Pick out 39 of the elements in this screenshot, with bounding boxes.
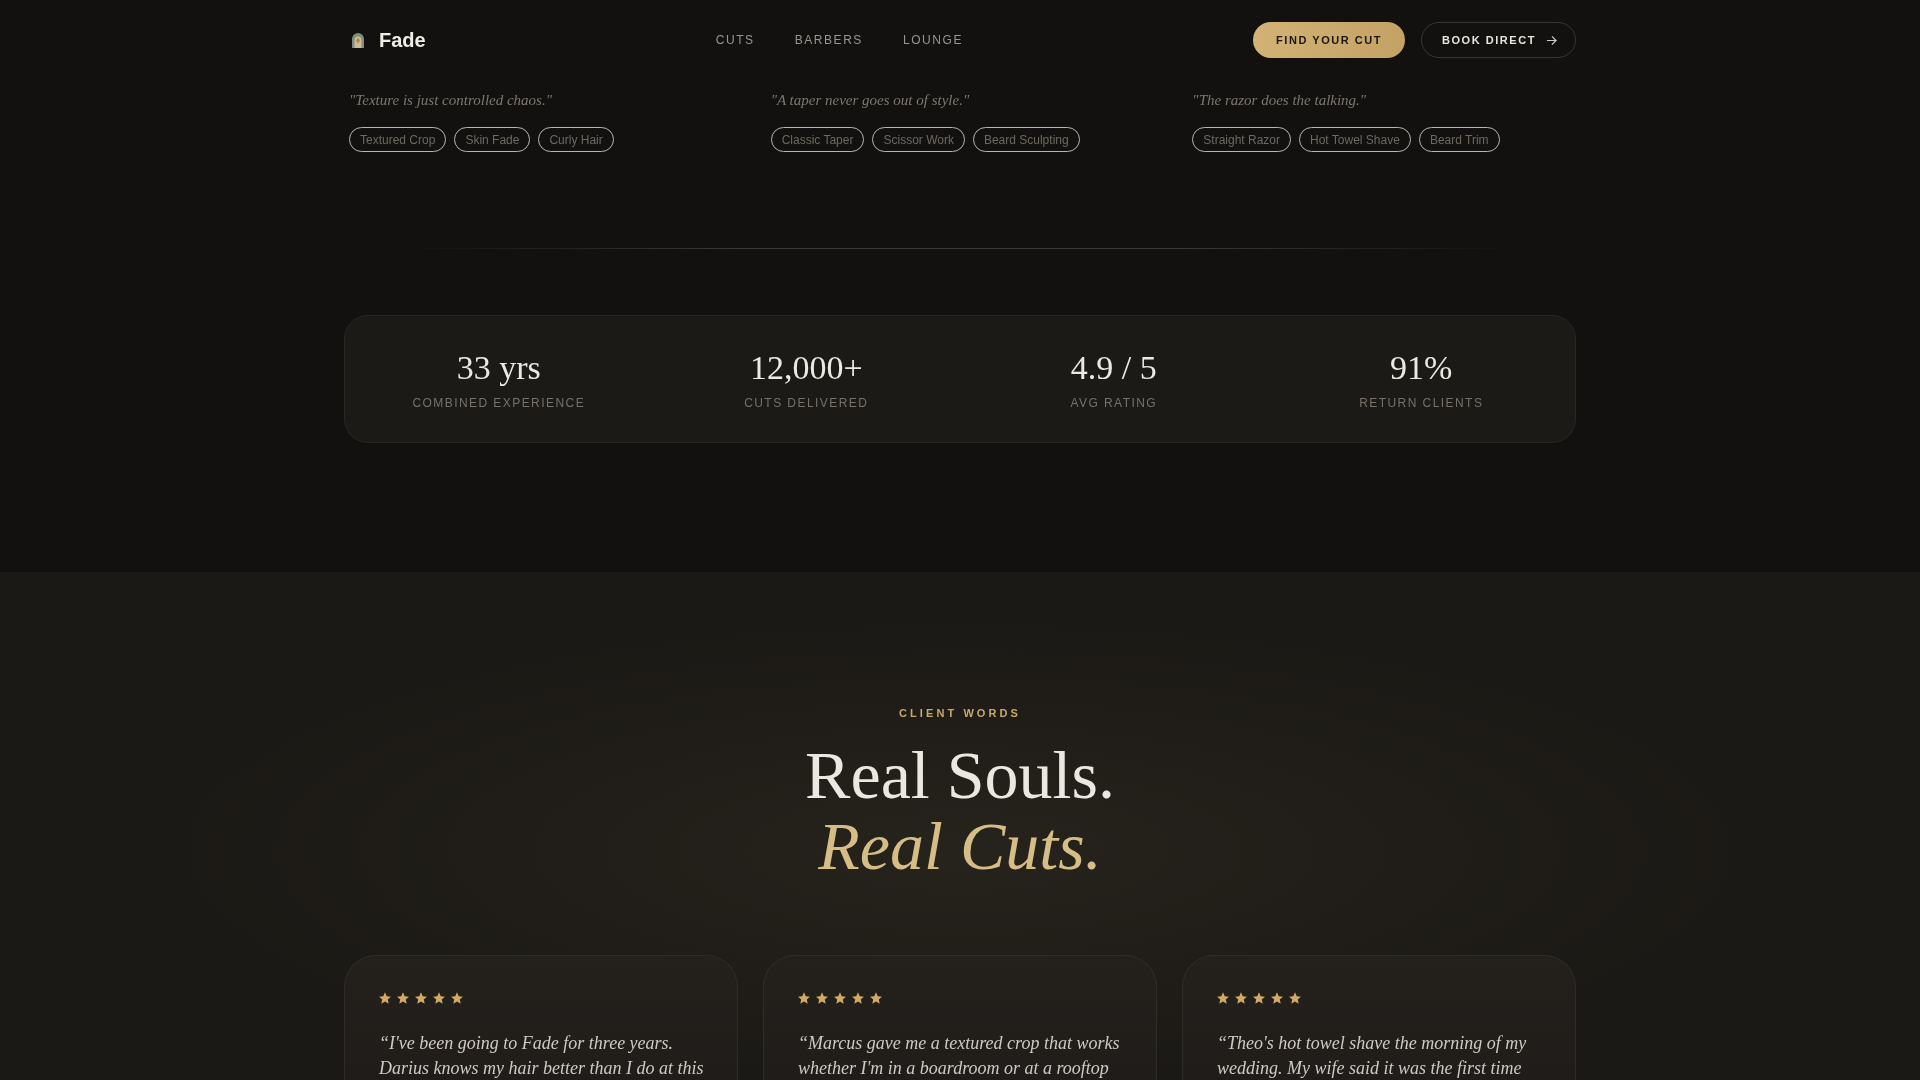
- star-icon: [379, 992, 391, 1004]
- star-icon: [1289, 992, 1301, 1004]
- section-heading-accent: Real Cuts.: [818, 811, 1102, 882]
- logo-icon: [351, 32, 365, 48]
- primary-button[interactable]: FIND YOUR CUT: [1253, 22, 1406, 58]
- arrow-right-icon: [1546, 34, 1557, 46]
- star-icon: [870, 992, 882, 1004]
- testimonial-quote: “I've been going to Fade for three years. Darius knows my hair better than I do at this: [379, 1032, 705, 1080]
- stat-label: CUTS DELIVERED: [744, 394, 869, 411]
- stat-value: 4.9 / 5: [1070, 347, 1157, 387]
- star-icon: [834, 992, 846, 1004]
- stat-value: 33 yrs: [456, 347, 541, 387]
- barber-quote: "Texture is just controlled chaos.": [349, 91, 553, 110]
- testimonial-quote: “Marcus gave me a textured crop that works whether I'm in a boardroom or at a rooftop: [798, 1032, 1121, 1080]
- star-icon: [1217, 992, 1229, 1004]
- stat-value: 91%: [1390, 347, 1453, 387]
- star-icon: [433, 992, 445, 1004]
- testimonial-quote: “Theo's hot towel shave the morning of my wedding. My wife said it was the first time: [1217, 1032, 1528, 1080]
- star-icon: [816, 992, 828, 1004]
- stat-label: AVG RATING: [1070, 394, 1158, 411]
- stat-value: 12,000+: [749, 347, 863, 387]
- barber-quote: "A taper never goes out of style.": [770, 91, 971, 110]
- barber-quote: "The razor does the talking.": [1192, 91, 1368, 110]
- star-icon: [798, 992, 810, 1004]
- star-icon: [852, 992, 864, 1004]
- star-icon: [397, 992, 409, 1004]
- star-icon: [1271, 992, 1283, 1004]
- nav-link[interactable]: CUTS: [715, 33, 755, 47]
- star-icon: [1253, 992, 1265, 1004]
- star-icon: [451, 992, 463, 1004]
- section-heading: Real Souls.: [805, 740, 1115, 811]
- brand-name[interactable]: Fade: [379, 28, 426, 52]
- section-eyebrow: CLIENT WORDS: [899, 706, 1021, 720]
- star-icon: [415, 992, 427, 1004]
- nav-link[interactable]: LOUNGE: [902, 33, 963, 47]
- star-icon: [1235, 992, 1247, 1004]
- stat-label: COMBINED EXPERIENCE: [412, 394, 586, 411]
- nav-link[interactable]: BARBERS: [794, 33, 863, 47]
- stat-label: RETURN CLIENTS: [1359, 394, 1484, 411]
